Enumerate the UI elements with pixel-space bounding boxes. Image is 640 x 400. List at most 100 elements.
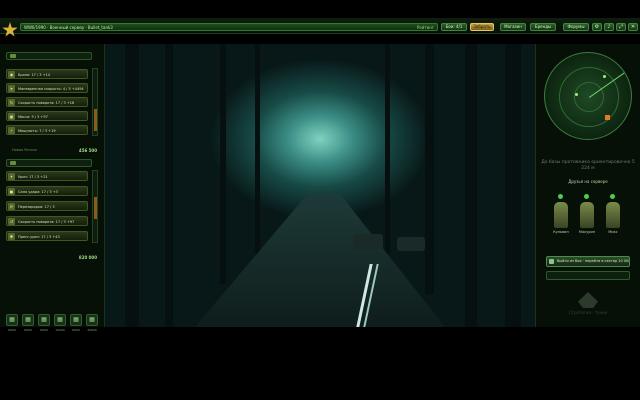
tank-icon-button[interactable]: ▦ [54, 314, 66, 326]
friend-soldier[interactable]: Кульвин [551, 194, 571, 236]
weapon-row[interactable]: ✺ Пресс-урон: 17 / 3 +43 [6, 231, 88, 241]
tree-trunk [165, 44, 173, 327]
weapon-row[interactable]: ● Сила удара: 17 / 3 +3 [6, 186, 88, 196]
tree-trunk [465, 44, 477, 327]
weapon-row[interactable]: ⟳ Перезарядка: 17 / 3 [6, 201, 88, 211]
speed-icon: ➤ [8, 85, 15, 92]
upgrade-row[interactable]: ↻ Скорость поворота: 17 / 3 +16 [6, 97, 88, 107]
section-label: Новая Регион [12, 148, 38, 152]
impact-icon: ● [8, 188, 15, 195]
brand-name: Стратегия · танки [568, 310, 608, 315]
tree-trunk [505, 44, 521, 327]
enemy-tank[interactable] [353, 234, 383, 250]
tree-trunk [220, 44, 226, 284]
tank-icon-button[interactable]: ▦ [38, 314, 50, 326]
forums-button[interactable]: Форумы [563, 23, 589, 31]
armor-icon: ◆ [8, 71, 15, 78]
turret-icon: ↺ [8, 218, 15, 225]
weapons-total: 820 000 [78, 255, 97, 260]
price-label: 8000 [72, 328, 80, 332]
armor-section-header[interactable] [6, 52, 92, 60]
upgrade-row[interactable]: ⚡ Мощность: 7 / 3 +19 [6, 125, 88, 135]
close-icon[interactable]: ✕ [628, 23, 638, 31]
upgrade-row[interactable]: ◆ Броня: 17 / 3 +14 [6, 69, 88, 79]
secondary-bar-button[interactable] [546, 271, 630, 280]
engine-icon: ⚡ [8, 127, 15, 134]
road [195, 194, 445, 327]
price-label: 30000 [87, 328, 97, 332]
right-info-panel: До базы противника ориентировочно 5 224 … [535, 44, 640, 327]
cannon-icon [10, 161, 16, 165]
price-label: 10000 [55, 328, 65, 332]
enemy-tank[interactable] [397, 237, 425, 251]
price-label: 8000 [24, 328, 32, 332]
tree-trunk [255, 44, 260, 254]
upgrades-scrollbar[interactable] [92, 68, 98, 136]
price-label: 8000 [40, 328, 48, 332]
friend-soldier[interactable]: Микс [603, 194, 623, 236]
upgrade-label: Маневренная скорость: 4 / 5 +4494 [18, 87, 84, 91]
tank-icon-button[interactable]: ▦ [70, 314, 82, 326]
reload-icon: ⟳ [8, 203, 15, 210]
weapon-label: Перезарядка: 17 / 3 [18, 205, 55, 209]
splash-icon: ✺ [8, 233, 15, 240]
ally-blip [575, 93, 578, 96]
battle-scene-forest-road[interactable] [105, 44, 535, 327]
brand-logo: Стратегия · танки [566, 292, 610, 322]
distance-to-enemy-base: До базы противника ориентировочно 5 224 … [541, 160, 635, 171]
soldier-avatar [554, 202, 568, 228]
weapon-label: Урон: 17 / 3 +21 [18, 175, 48, 179]
upgrades-total: 456 500 [78, 148, 97, 153]
title-strip: WWII/1990 · Военный сервер · Bullet_tank… [20, 23, 438, 31]
shop-button[interactable]: Магазин [500, 23, 526, 31]
scroll-thumb[interactable] [94, 197, 97, 219]
armor-icon [10, 54, 16, 58]
friend-name: Микс [608, 230, 618, 234]
weapon-row[interactable]: ✦ Урон: 17 / 3 +21 [6, 171, 88, 181]
server-title: WWII/1990 · Военный сервер · Bullet_tank… [24, 25, 113, 30]
settings-gear-icon[interactable]: ⚙ [592, 23, 602, 31]
friend-soldier[interactable]: Макурин [577, 194, 597, 236]
weapon-label: Пресс-урон: 17 / 3 +43 [18, 235, 60, 239]
upgrade-label: Скорость поворота: 17 / 3 +16 [18, 101, 75, 105]
weapons-scrollbar[interactable] [92, 170, 98, 243]
tree-trunk [125, 44, 139, 327]
tank-icon-button[interactable]: ▦ [22, 314, 34, 326]
upgrade-row[interactable]: ➤ Маневренная скорость: 4 / 5 +4494 [6, 83, 88, 93]
tank-icon-button[interactable]: ▦ [86, 314, 98, 326]
online-indicator [558, 194, 563, 199]
sound-icon[interactable]: ♪ [604, 23, 614, 31]
left-upgrade-panel: ◆ Броня: 17 / 3 +14 ➤ Маневренная скорость… [0, 44, 105, 332]
brands-button[interactable]: Бренды [530, 23, 556, 31]
weapon-label: Скорость поворота: 17 / 3 +97 [18, 220, 75, 224]
price-label: 8000 [8, 328, 16, 332]
weapon-row[interactable]: ↺ Скорость поворота: 17 / 3 +97 [6, 216, 88, 226]
friends-title: Друзья на сервере [568, 179, 608, 184]
soldier-avatar [580, 202, 594, 228]
tank-icon-button[interactable]: ▦ [6, 314, 18, 326]
friend-name: Кульвин [553, 230, 569, 234]
weapon-section-header[interactable] [6, 159, 92, 167]
online-indicator [610, 194, 615, 199]
weight-icon: ▣ [8, 113, 15, 120]
fullscreen-icon[interactable]: ⤢ [616, 23, 626, 31]
rating-label[interactable]: Рейтинг [417, 25, 434, 30]
collect-button[interactable]: Забрать [470, 23, 494, 31]
online-indicator [584, 194, 589, 199]
brand-emblem-icon [578, 292, 598, 308]
ally-blip [603, 75, 606, 78]
radar-minimap[interactable] [544, 52, 632, 140]
tree-trunk [385, 44, 390, 254]
scroll-thumb[interactable] [94, 109, 97, 131]
battles-button[interactable]: Бои: 4/1 [441, 23, 467, 31]
upgrade-label: Масса: 9 / 3 +97 [18, 115, 48, 119]
change-sector-button[interactable]: Выйти из боя · перейти в сектор 10 000 [546, 256, 630, 267]
turn-icon: ↻ [8, 99, 15, 106]
enemy-base-marker [605, 115, 610, 120]
upgrade-label: Мощность: 7 / 3 +19 [18, 129, 56, 133]
map-icon [549, 259, 554, 264]
upgrade-row[interactable]: ▣ Масса: 9 / 3 +97 [6, 111, 88, 121]
friend-name: Макурин [578, 230, 596, 234]
soldier-avatar [606, 202, 620, 228]
upgrade-label: Броня: 17 / 3 +14 [18, 73, 51, 77]
